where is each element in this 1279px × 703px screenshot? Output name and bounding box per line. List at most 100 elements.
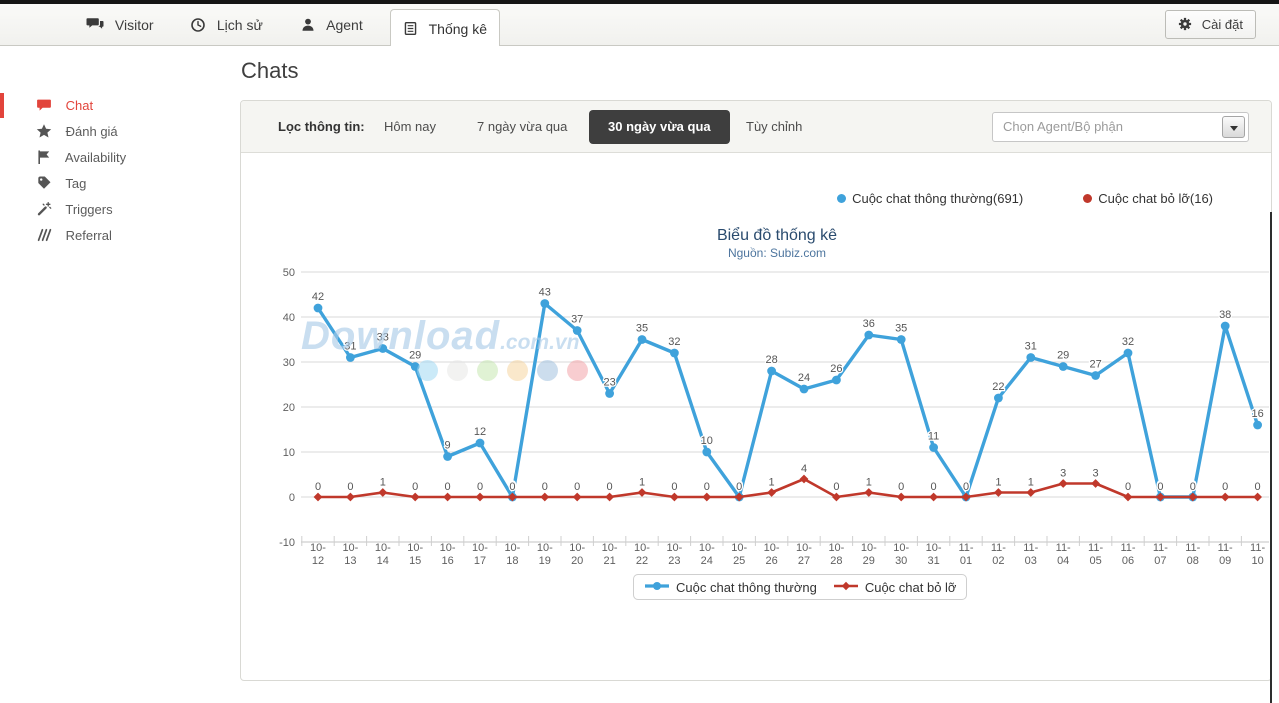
- data-point-marker[interactable]: [605, 389, 614, 398]
- agent-department-dropdown[interactable]: Chọn Agent/Bộ phận: [992, 112, 1249, 142]
- sidebar-item-danh-gia[interactable]: Đánh giá: [0, 119, 240, 145]
- sidebar-item-tag[interactable]: Tag: [0, 171, 240, 197]
- data-point-marker[interactable]: [1059, 479, 1068, 488]
- data-point-marker[interactable]: [897, 493, 906, 502]
- data-label: 0: [931, 481, 937, 493]
- data-point-marker[interactable]: [346, 353, 355, 362]
- data-point-marker[interactable]: [1124, 349, 1133, 358]
- data-label: 0: [315, 481, 321, 493]
- chat-icon: [36, 97, 52, 113]
- sidebar-item-chat[interactable]: Chat: [0, 93, 240, 119]
- data-point-marker[interactable]: [1091, 479, 1100, 488]
- sidebar-item-referral[interactable]: Referral: [0, 223, 240, 249]
- data-point-marker[interactable]: [1059, 362, 1068, 371]
- data-point-marker[interactable]: [864, 488, 873, 497]
- dropdown-button[interactable]: [1222, 116, 1245, 138]
- data-point-marker[interactable]: [346, 493, 355, 502]
- data-point-marker[interactable]: [767, 488, 776, 497]
- clock-icon: [190, 17, 206, 33]
- x-axis-label: 10-28: [828, 542, 844, 567]
- data-point-marker[interactable]: [476, 493, 485, 502]
- filter-option-30-days-active[interactable]: 30 ngày vừa qua: [589, 110, 730, 144]
- data-point-marker[interactable]: [314, 304, 323, 313]
- data-point-marker[interactable]: [670, 349, 679, 358]
- data-point-marker[interactable]: [702, 448, 711, 457]
- data-label: 33: [377, 332, 389, 344]
- x-axis-label: 10-12: [310, 542, 326, 567]
- data-point-marker[interactable]: [443, 493, 452, 502]
- data-point-marker[interactable]: [864, 331, 873, 340]
- data-label: 0: [1222, 481, 1228, 493]
- data-point-marker[interactable]: [443, 452, 452, 461]
- chart-subtitle: Nguồn: Subiz.com: [728, 246, 826, 260]
- x-axis-label: 11-05: [1088, 542, 1103, 567]
- bottom-legend-normal-label: Cuộc chat thông thường: [676, 580, 817, 595]
- sidebar-item-triggers[interactable]: Triggers: [0, 197, 240, 223]
- data-point-marker[interactable]: [929, 493, 938, 502]
- data-point-marker[interactable]: [411, 362, 420, 371]
- data-point-marker[interactable]: [767, 367, 776, 376]
- x-axis-label: 11-07: [1153, 542, 1168, 567]
- scrollbar[interactable]: [1270, 212, 1272, 703]
- bottom-legend-item-normal[interactable]: Cuộc chat thông thường: [644, 580, 817, 595]
- bottom-legend-missed-label: Cuộc chat bỏ lỡ: [865, 580, 957, 595]
- data-point-marker[interactable]: [897, 335, 906, 344]
- data-label: 0: [963, 481, 969, 493]
- data-point-marker[interactable]: [378, 488, 387, 497]
- data-point-marker[interactable]: [1091, 371, 1100, 380]
- data-point-marker[interactable]: [378, 344, 387, 353]
- data-point-marker[interactable]: [1253, 493, 1262, 502]
- data-point-marker[interactable]: [411, 493, 420, 502]
- data-label: 3: [1093, 468, 1099, 480]
- data-point-marker[interactable]: [573, 326, 582, 335]
- data-point-marker[interactable]: [1253, 421, 1262, 430]
- filter-option-today[interactable]: Hôm nay: [384, 101, 436, 153]
- x-axis-label: 10-16: [440, 542, 456, 567]
- data-point-marker[interactable]: [573, 493, 582, 502]
- data-point-marker[interactable]: [476, 439, 485, 448]
- tab-lich-su[interactable]: Lịch sử: [190, 4, 263, 46]
- settings-button[interactable]: Cài đặt: [1165, 10, 1256, 39]
- data-point-marker[interactable]: [929, 443, 938, 452]
- data-point-marker[interactable]: [994, 488, 1003, 497]
- flag-icon: [36, 149, 52, 165]
- data-point-marker[interactable]: [1026, 353, 1035, 362]
- y-axis-label: 20: [283, 402, 295, 414]
- tab-thong-ke[interactable]: Thống kê: [390, 9, 500, 46]
- tab-thong-ke-label: Thống kê: [429, 21, 487, 37]
- data-point-marker[interactable]: [1221, 322, 1230, 331]
- data-label: 0: [1255, 481, 1261, 493]
- chat-bubbles-icon: [86, 17, 104, 32]
- data-point-marker[interactable]: [314, 493, 323, 502]
- data-point-marker[interactable]: [1026, 488, 1035, 497]
- bottom-legend-item-missed[interactable]: Cuộc chat bỏ lỡ: [833, 580, 957, 595]
- x-axis-label: 11-02: [991, 542, 1006, 567]
- data-label: 0: [574, 481, 580, 493]
- data-label: 0: [542, 481, 548, 493]
- filter-option-custom[interactable]: Tùy chỉnh: [746, 101, 802, 153]
- x-axis-label: 10-26: [764, 542, 780, 567]
- tab-visitor[interactable]: Visitor: [86, 4, 154, 46]
- data-point-marker[interactable]: [1124, 493, 1133, 502]
- data-label: 1: [866, 477, 872, 489]
- filter-option-7-days[interactable]: 7 ngày vừa qua: [477, 101, 567, 153]
- settings-button-label: Cài đặt: [1202, 17, 1243, 32]
- data-point-marker[interactable]: [540, 493, 549, 502]
- data-point-marker[interactable]: [702, 493, 711, 502]
- tab-agent[interactable]: Agent: [300, 4, 363, 46]
- data-point-marker[interactable]: [605, 493, 614, 502]
- tab-lich-su-label: Lịch sử: [217, 17, 263, 33]
- x-axis-label: 10-18: [504, 542, 520, 567]
- data-point-marker[interactable]: [800, 385, 809, 394]
- data-point-marker[interactable]: [1221, 493, 1230, 502]
- x-axis-label: 11-09: [1218, 542, 1233, 567]
- data-point-marker[interactable]: [638, 488, 647, 497]
- data-label: 29: [1057, 350, 1069, 362]
- data-point-marker[interactable]: [832, 376, 841, 385]
- data-point-marker[interactable]: [638, 335, 647, 344]
- report-icon: [403, 21, 418, 36]
- data-point-marker[interactable]: [994, 394, 1003, 403]
- sidebar-item-availability[interactable]: Availability: [0, 145, 240, 171]
- data-point-marker[interactable]: [540, 299, 549, 308]
- data-point-marker[interactable]: [670, 493, 679, 502]
